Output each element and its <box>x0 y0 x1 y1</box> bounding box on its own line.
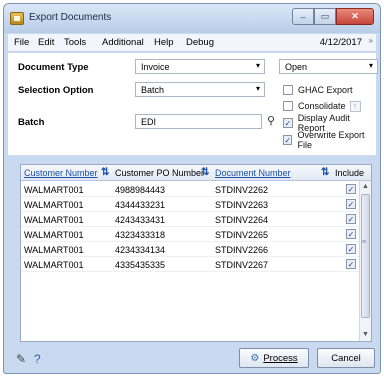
selection-option-label: Selection Option <box>18 85 94 96</box>
include-header[interactable]: Include <box>335 168 364 178</box>
sort-icon[interactable]: ⇅ <box>101 167 109 178</box>
document-type-value: Invoice <box>141 62 170 72</box>
menu-overflow-icon[interactable]: » <box>369 36 373 45</box>
scroll-down-icon[interactable]: ▼ <box>360 329 371 341</box>
document-number-cell: STDINV2264 <box>215 215 269 225</box>
customer-number-cell: WALMART001 <box>24 260 84 270</box>
ghac-export-checkbox[interactable] <box>283 85 293 95</box>
table-row[interactable]: WALMART001 4323433318 STDINV2265 ✓ <box>21 227 359 242</box>
export-options-form: Document Type Invoice ▾ Open ▾ Selection… <box>8 53 378 155</box>
selection-option-value: Batch <box>141 85 165 95</box>
minimize-button[interactable]: – <box>292 8 314 25</box>
bottom-bar: ✎ ? ⚙ Process Cancel <box>8 344 376 372</box>
document-type-dropdown[interactable]: Invoice ▾ <box>135 59 265 74</box>
sort-icon[interactable]: ⇅ <box>321 167 329 178</box>
customer-po-number-cell: 4344433231 <box>115 200 166 210</box>
menu-tools[interactable]: Tools <box>64 37 86 48</box>
window-title: Export Documents <box>29 12 112 23</box>
overwrite-export-file-checkbox[interactable]: ✓ <box>283 135 293 145</box>
sort-icon[interactable]: ⇅ <box>201 167 209 178</box>
title-bar[interactable]: Export Documents – ▭ ✕ <box>4 4 380 33</box>
include-checkbox[interactable]: ✓ <box>346 199 356 209</box>
include-checkbox[interactable]: ✓ <box>346 229 356 239</box>
documents-grid: Customer Number ⇅ Customer PO Number ⇅ D… <box>20 164 372 342</box>
grid-header: Customer Number ⇅ Customer PO Number ⇅ D… <box>21 165 371 181</box>
batch-value: EDI <box>141 117 157 127</box>
document-number-cell: STDINV2262 <box>215 185 269 195</box>
include-checkbox[interactable]: ✓ <box>346 244 356 254</box>
chevron-down-icon: ▾ <box>255 84 260 93</box>
scroll-up-icon[interactable]: ▲ <box>360 181 371 193</box>
cancel-button[interactable]: Cancel <box>317 348 375 368</box>
include-checkbox[interactable]: ✓ <box>346 184 356 194</box>
customer-po-number-cell: 4323433318 <box>115 230 166 240</box>
chevron-down-icon: ▾ <box>368 61 373 70</box>
menu-edit[interactable]: Edit <box>38 37 54 48</box>
menu-file[interactable]: File <box>14 37 29 48</box>
table-row[interactable]: WALMART001 4335435335 STDINV2267 ✓ <box>21 257 359 272</box>
process-button[interactable]: ⚙ Process <box>239 348 309 368</box>
scrollbar-thumb[interactable] <box>361 194 370 318</box>
batch-input[interactable]: EDI <box>135 114 262 129</box>
customer-po-number-cell: 4335435335 <box>115 260 166 270</box>
customer-po-number-header[interactable]: Customer PO Number <box>115 168 204 178</box>
maximize-button[interactable]: ▭ <box>314 8 336 25</box>
close-button[interactable]: ✕ <box>336 8 374 25</box>
overwrite-export-file-label: Overwrite Export File <box>297 130 365 150</box>
document-number-cell: STDINV2267 <box>215 260 269 270</box>
lookup-icon[interactable]: ⚲ <box>264 114 278 129</box>
window-app-icon <box>10 12 24 25</box>
customer-number-cell: WALMART001 <box>24 185 84 195</box>
customer-number-cell: WALMART001 <box>24 215 84 225</box>
consolidate-options-icon[interactable]: ↑ <box>349 100 361 112</box>
ghac-export-label: GHAC Export <box>298 85 353 95</box>
customer-number-header[interactable]: Customer Number <box>24 168 98 178</box>
consolidate-checkbox[interactable] <box>283 101 293 111</box>
help-icon[interactable]: ? <box>34 352 41 366</box>
batch-label: Batch <box>18 117 45 128</box>
user-date[interactable]: 4/12/2017 <box>320 37 362 48</box>
menu-bar: File Edit Tools Additional Help Debug 4/… <box>8 34 376 52</box>
customer-number-cell: WALMART001 <box>24 230 84 240</box>
cancel-label: Cancel <box>331 352 361 364</box>
document-type-label: Document Type <box>18 62 89 73</box>
table-row[interactable]: WALMART001 4234334134 STDINV2266 ✓ <box>21 242 359 257</box>
menu-additional[interactable]: Additional <box>102 37 144 48</box>
customer-po-number-cell: 4243433431 <box>115 215 166 225</box>
document-number-cell: STDINV2266 <box>215 245 269 255</box>
chevron-down-icon: ▾ <box>255 61 260 70</box>
selection-option-dropdown[interactable]: Batch ▾ <box>135 82 265 97</box>
table-row[interactable]: WALMART001 4988984443 STDINV2262 ✓ <box>21 182 359 197</box>
ghac-export-option[interactable]: GHAC Export <box>283 84 353 96</box>
document-number-cell: STDINV2265 <box>215 230 269 240</box>
process-icon: ⚙ <box>250 352 260 364</box>
document-status-value: Open <box>285 62 308 72</box>
customer-po-number-cell: 4234334134 <box>115 245 166 255</box>
export-documents-window: Export Documents – ▭ ✕ File Edit Tools A… <box>3 3 381 374</box>
menu-help[interactable]: Help <box>154 37 174 48</box>
grid-scrollbar[interactable]: ▲ ≡ ▼ <box>359 181 371 341</box>
consolidate-label: Consolidate <box>298 101 346 111</box>
document-number-cell: STDINV2263 <box>215 200 269 210</box>
overwrite-export-file-option[interactable]: ✓ Overwrite Export File <box>283 130 376 150</box>
table-row[interactable]: WALMART001 4344433231 STDINV2263 ✓ <box>21 197 359 212</box>
customer-number-cell: WALMART001 <box>24 245 84 255</box>
include-checkbox[interactable]: ✓ <box>346 259 356 269</box>
customer-po-number-cell: 4988984443 <box>115 185 166 195</box>
document-number-header[interactable]: Document Number <box>215 168 291 178</box>
window-controls: – ▭ ✕ <box>292 8 374 26</box>
display-audit-report-checkbox[interactable]: ✓ <box>283 118 293 128</box>
process-label: Process <box>263 352 298 364</box>
display-audit-report-option[interactable]: ✓ Display Audit Report <box>283 113 376 133</box>
consolidate-option[interactable]: Consolidate ↑ <box>283 100 361 112</box>
customer-number-cell: WALMART001 <box>24 200 84 210</box>
menu-debug[interactable]: Debug <box>186 37 214 48</box>
pencil-note-icon[interactable]: ✎ <box>16 352 26 366</box>
table-row[interactable]: WALMART001 4243433431 STDINV2264 ✓ <box>21 212 359 227</box>
scroll-grip-icon: ≡ <box>362 239 367 246</box>
document-status-dropdown[interactable]: Open ▾ <box>279 59 378 74</box>
include-checkbox[interactable]: ✓ <box>346 214 356 224</box>
